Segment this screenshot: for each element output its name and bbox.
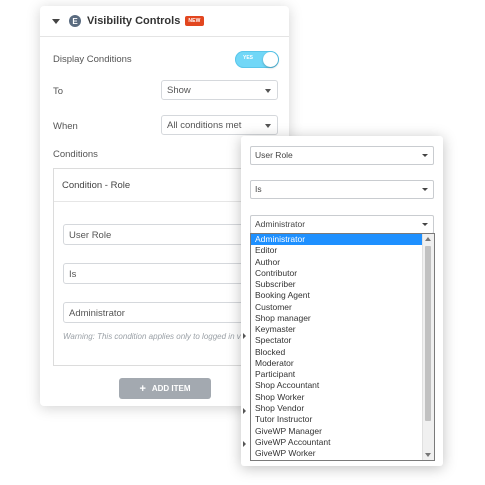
overlay-value-value: Administrator [255, 219, 306, 229]
ea-icon: E [69, 15, 81, 27]
chevron-down-icon [265, 124, 271, 128]
role-dropdown-overlay: User Role Is Administrator Administrator… [241, 136, 443, 466]
scrollbar[interactable] [422, 234, 434, 460]
caret-right-icon [241, 439, 247, 449]
option-item[interactable]: Editor [251, 245, 423, 256]
overlay-field-value: User Role [255, 150, 293, 160]
caret-down-icon[interactable] [52, 18, 60, 24]
new-badge: NEW [185, 16, 204, 26]
overlay-operator-select[interactable]: Is [250, 180, 434, 199]
option-item[interactable]: Customer [251, 302, 423, 313]
add-item-button[interactable]: + ADD ITEM [119, 378, 211, 399]
to-select-value: Show [167, 85, 191, 96]
option-item[interactable]: Moderator [251, 358, 423, 369]
toggle-knob [263, 52, 278, 67]
scroll-up-icon[interactable] [425, 237, 431, 241]
chevron-down-icon [265, 89, 271, 93]
when-select-value: All conditions met [167, 120, 242, 131]
overlay-operator-value: Is [255, 184, 262, 194]
option-item[interactable]: Subscriber [251, 279, 423, 290]
overlay-field-select[interactable]: User Role [250, 146, 434, 165]
option-item[interactable]: Shop Accountant [251, 380, 423, 391]
options-container: Administrator Editor Author Contributor Subs… [251, 234, 423, 459]
overlay-value-select[interactable]: Administrator [250, 215, 434, 234]
when-label: When [53, 121, 78, 132]
option-item[interactable]: Author [251, 257, 423, 268]
option-item[interactable]: GiveWP Accountant [251, 437, 423, 448]
caret-right-icon [241, 331, 247, 341]
option-item[interactable]: Keymaster [251, 324, 423, 335]
panel-header[interactable]: E Visibility Controls NEW [40, 6, 289, 37]
option-item[interactable]: GiveWP Manager [251, 426, 423, 437]
plus-icon: + [139, 382, 146, 395]
option-item[interactable]: Blocked [251, 347, 423, 358]
chevron-down-icon [422, 188, 428, 191]
display-conditions-toggle[interactable]: YES [235, 51, 279, 68]
display-conditions-label: Display Conditions [53, 54, 132, 65]
option-item[interactable]: Booking Agent [251, 290, 423, 301]
role-options-list[interactable]: Administrator Editor Author Contributor Subs… [250, 233, 435, 461]
option-item[interactable]: GiveWP Worker [251, 448, 423, 459]
conditions-label: Conditions [53, 149, 98, 160]
option-item[interactable]: Shop manager [251, 313, 423, 324]
option-item[interactable]: Shop Vendor [251, 403, 423, 414]
to-select[interactable]: Show [161, 80, 278, 100]
option-item[interactable]: Tutor Instructor [251, 414, 423, 425]
panel-title: Visibility Controls [87, 15, 181, 27]
when-select[interactable]: All conditions met [161, 115, 278, 135]
option-item[interactable]: Participant [251, 369, 423, 380]
option-item[interactable]: Spectator [251, 335, 423, 346]
chevron-down-icon [422, 223, 428, 226]
caret-right-icon [241, 406, 247, 416]
option-item[interactable]: Administrator [251, 234, 423, 246]
toggle-text: YES [243, 55, 254, 61]
chevron-down-icon [422, 154, 428, 157]
option-item[interactable]: Contributor [251, 268, 423, 279]
option-item[interactable]: Shop Worker [251, 392, 423, 403]
to-label: To [53, 86, 64, 97]
add-item-label: ADD ITEM [151, 384, 191, 393]
scroll-down-icon[interactable] [425, 453, 431, 457]
scroll-thumb[interactable] [425, 246, 431, 421]
